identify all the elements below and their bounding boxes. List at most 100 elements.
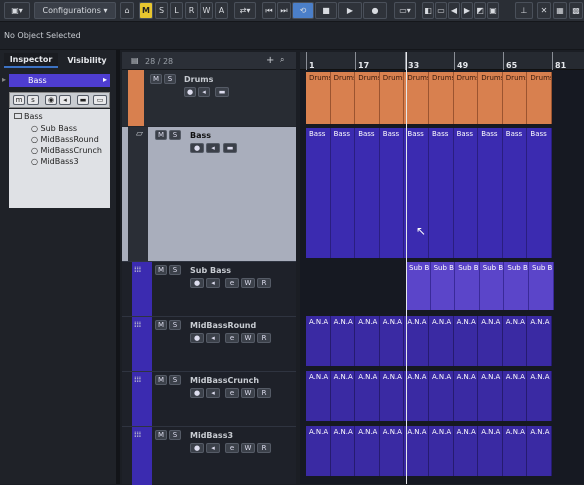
mode-m[interactable]: M bbox=[139, 2, 153, 19]
solo-button[interactable]: S bbox=[169, 265, 181, 275]
midi-event[interactable]: A.N.A bbox=[355, 371, 380, 421]
midi-event[interactable]: A.N.A bbox=[404, 316, 429, 366]
mode-w[interactable]: W bbox=[200, 2, 213, 19]
read-icon[interactable]: ◂ bbox=[198, 87, 210, 97]
midi-event[interactable]: A.N.A bbox=[453, 371, 479, 421]
write-icon[interactable]: W bbox=[241, 333, 255, 343]
mode-l[interactable]: L bbox=[170, 2, 183, 19]
tool-6-icon[interactable]: ▣ bbox=[487, 2, 499, 19]
folder-tree-item[interactable]: ○ MidBassCrunch bbox=[31, 146, 102, 155]
midi-event[interactable]: A.N.A bbox=[330, 426, 356, 476]
edit-icon[interactable]: e bbox=[225, 388, 239, 398]
monitor-icon[interactable]: ● bbox=[190, 388, 204, 398]
bass-folder-event[interactable]: Bass bbox=[306, 128, 331, 258]
write-icon[interactable]: W bbox=[241, 278, 255, 288]
go-to-end-icon[interactable]: ⏭ bbox=[277, 2, 291, 19]
inspector-solo-button[interactable]: s bbox=[27, 95, 39, 105]
inspector-track-header[interactable]: ▸ Bass ▸ bbox=[2, 74, 110, 87]
tool-5-icon[interactable]: ◩ bbox=[474, 2, 486, 19]
midi-event[interactable]: A.N.A bbox=[478, 371, 503, 421]
solo-button[interactable]: S bbox=[169, 430, 181, 440]
window-layout-icon[interactable]: ▭▾ bbox=[394, 2, 416, 19]
cycle-icon[interactable]: ⟲ bbox=[292, 2, 314, 19]
midi-event[interactable]: A.N.A bbox=[527, 371, 552, 421]
read-icon[interactable]: ◂ bbox=[206, 333, 220, 343]
midi-event[interactable]: A.N.A bbox=[379, 371, 405, 421]
home-icon[interactable]: ⌂ bbox=[120, 2, 134, 19]
monitor-icon[interactable]: ● bbox=[190, 333, 204, 343]
tab-visibility[interactable]: Visibility bbox=[60, 53, 114, 68]
track-list-menu-icon[interactable]: ▤ bbox=[131, 56, 139, 65]
track-drums[interactable]: M S Drums ● ◂ ▬ bbox=[122, 70, 296, 126]
sub-bass-event[interactable]: Sub B bbox=[406, 262, 431, 310]
midi-event[interactable]: A.N.A bbox=[404, 371, 429, 421]
sub-bass-event[interactable]: Sub B bbox=[479, 262, 505, 310]
drums-event[interactable]: Drums bbox=[429, 72, 454, 124]
tool-4-icon[interactable]: ▶ bbox=[461, 2, 473, 19]
bass-folder-event[interactable]: Bass bbox=[379, 128, 405, 258]
solo-button[interactable]: S bbox=[169, 375, 181, 385]
drums-event[interactable]: Drums bbox=[502, 72, 528, 124]
bass-folder-event[interactable]: Bass bbox=[404, 128, 429, 258]
monitor-icon[interactable]: ● bbox=[184, 87, 196, 97]
midi-event[interactable]: A.N.A bbox=[502, 371, 528, 421]
solo-button[interactable]: S bbox=[169, 320, 181, 330]
inspector-splitter[interactable] bbox=[116, 50, 120, 484]
read-automation-icon[interactable]: R bbox=[257, 443, 271, 453]
mode-s[interactable]: S bbox=[155, 2, 168, 19]
configurations-dropdown[interactable]: Configurations ▾ bbox=[34, 2, 116, 19]
grid-icon[interactable]: ▦ bbox=[553, 2, 567, 19]
tool-3-icon[interactable]: ◀ bbox=[448, 2, 460, 19]
sub-bass-event[interactable]: Sub B bbox=[529, 262, 554, 310]
sub-bass-event[interactable]: Sub B bbox=[430, 262, 456, 310]
record-icon[interactable]: ● bbox=[363, 2, 387, 19]
track-midbassround[interactable]: 𝍖 M S MidBassRound ● ◂ e W R bbox=[122, 316, 296, 372]
monitor-icon[interactable]: ● bbox=[190, 143, 204, 153]
midi-event[interactable]: A.N.A bbox=[330, 371, 356, 421]
folder-icon[interactable]: ▬ bbox=[223, 143, 237, 153]
drums-event[interactable]: Drums bbox=[527, 72, 552, 124]
bass-folder-event[interactable]: Bass bbox=[429, 128, 454, 258]
project-window-icon[interactable]: ▣▾ bbox=[4, 2, 30, 19]
midi-event[interactable]: A.N.A bbox=[306, 316, 331, 366]
midi-event[interactable]: A.N.A bbox=[478, 316, 503, 366]
mode-r[interactable]: R bbox=[185, 2, 198, 19]
midi-event[interactable]: A.N.A bbox=[429, 371, 454, 421]
folder-tree-root[interactable]: Bass bbox=[14, 112, 43, 121]
bass-folder-event[interactable]: Bass bbox=[355, 128, 380, 258]
inspector-read-icon[interactable]: ◂ bbox=[59, 95, 71, 105]
play-icon[interactable]: ▶ bbox=[338, 2, 362, 19]
drums-event[interactable]: Drums bbox=[453, 72, 479, 124]
midi-event[interactable]: A.N.A bbox=[453, 426, 479, 476]
edit-icon[interactable]: e bbox=[225, 443, 239, 453]
read-automation-icon[interactable]: R bbox=[257, 388, 271, 398]
track-bass[interactable]: ▱ M S Bass ● ◂ ▬ bbox=[122, 127, 296, 261]
tool-1-icon[interactable]: ◧ bbox=[422, 2, 434, 19]
folder-tree-item[interactable]: ○ Sub Bass bbox=[31, 124, 77, 133]
midi-event[interactable]: A.N.A bbox=[527, 426, 552, 476]
midi-event[interactable]: A.N.A bbox=[429, 316, 454, 366]
edit-icon[interactable]: e bbox=[225, 333, 239, 343]
folder-icon[interactable]: ▬ bbox=[215, 87, 229, 97]
drums-event[interactable]: Drums bbox=[404, 72, 429, 124]
read-icon[interactable]: ◂ bbox=[206, 278, 220, 288]
inspector-write-icon[interactable]: ▬ bbox=[77, 95, 89, 105]
sub-bass-event[interactable]: Sub B bbox=[455, 262, 480, 310]
mute-button[interactable]: M bbox=[150, 74, 162, 84]
midi-event[interactable]: A.N.A bbox=[355, 426, 380, 476]
midi-event[interactable]: A.N.A bbox=[404, 426, 429, 476]
mode-a[interactable]: A bbox=[215, 2, 228, 19]
midi-event[interactable]: A.N.A bbox=[330, 316, 356, 366]
midi-event[interactable]: A.N.A bbox=[453, 316, 479, 366]
midi-event[interactable]: A.N.A bbox=[502, 316, 528, 366]
midi-event[interactable]: A.N.A bbox=[478, 426, 503, 476]
drums-event[interactable]: Drums bbox=[306, 72, 331, 124]
midi-event[interactable]: A.N.A bbox=[306, 426, 331, 476]
track-sub-bass[interactable]: 𝍖 M S Sub Bass ● ◂ e W R bbox=[122, 261, 296, 317]
inspector-folder-icon[interactable]: ▭ bbox=[93, 95, 107, 105]
constrain-icon[interactable]: ⇄▾ bbox=[234, 2, 256, 19]
midi-event[interactable]: A.N.A bbox=[429, 426, 454, 476]
bass-folder-event[interactable]: Bass bbox=[330, 128, 356, 258]
drums-event[interactable]: Drums bbox=[379, 72, 405, 124]
read-automation-icon[interactable]: R bbox=[257, 333, 271, 343]
